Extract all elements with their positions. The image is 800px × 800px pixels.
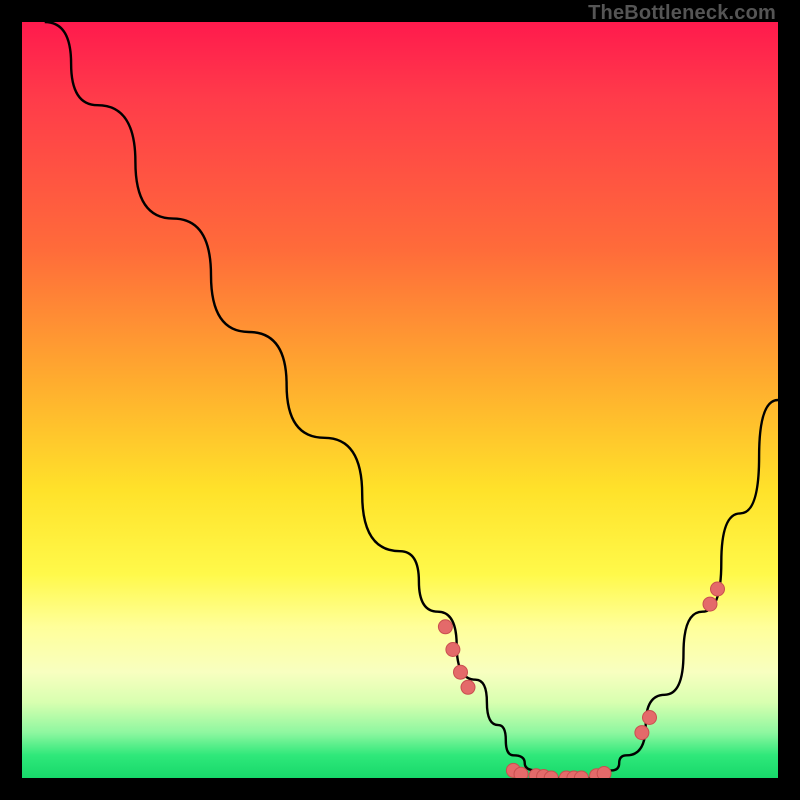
- data-marker: [446, 643, 460, 657]
- data-marker: [514, 767, 528, 778]
- data-marker: [454, 665, 468, 679]
- data-marker: [438, 620, 452, 634]
- data-marker: [711, 582, 725, 596]
- bottleneck-curve: [45, 22, 778, 778]
- chart-frame: TheBottleneck.com: [0, 0, 800, 800]
- data-marker: [597, 767, 611, 779]
- watermark-text: TheBottleneck.com: [588, 2, 776, 25]
- data-marker: [703, 597, 717, 611]
- data-marker: [643, 711, 657, 725]
- chart-svg: [22, 22, 778, 778]
- data-marker: [635, 726, 649, 740]
- data-marker: [461, 680, 475, 694]
- plot-area: [22, 22, 778, 778]
